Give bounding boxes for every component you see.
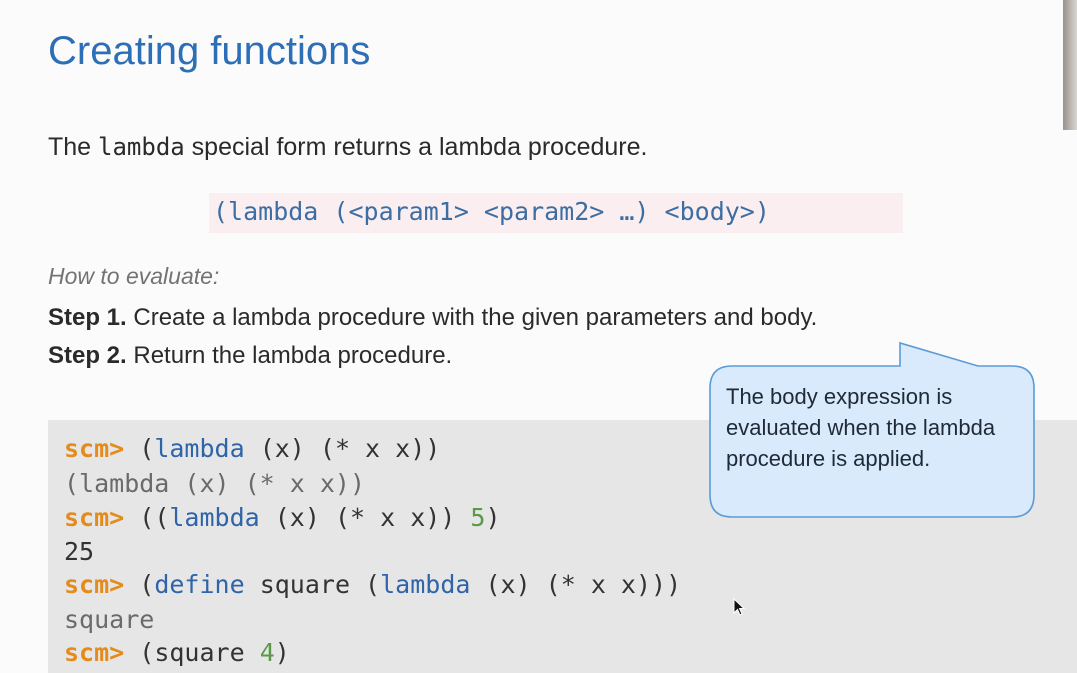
code-number: 4 — [259, 638, 275, 667]
code-text: (( — [124, 503, 170, 532]
code-text: (x) (* x x)) — [244, 434, 441, 463]
code-text: ( — [124, 570, 155, 599]
step-2-label: Step 2. — [48, 342, 127, 369]
step-1: Step 1. Create a lambda procedure with t… — [48, 304, 817, 332]
step-2-text: Return the lambda procedure. — [126, 342, 453, 369]
intro-keyword: lambda — [98, 133, 185, 161]
intro-before: The — [48, 133, 99, 161]
code-line-2: scm> ((lambda (x) (* x x)) 5) — [64, 503, 501, 532]
prompt: scm> — [64, 638, 125, 667]
code-line-4: scm> (square 4) — [64, 638, 290, 667]
slide-title: Creating functions — [48, 29, 371, 73]
code-text: ) — [274, 638, 290, 667]
code-text: ( — [124, 434, 155, 463]
code-line-1: scm> (lambda (x) (* x x)) — [64, 434, 440, 463]
intro-after: special form returns a lambda procedure. — [184, 133, 648, 161]
code-number: 5 — [470, 503, 486, 532]
code-keyword: lambda — [380, 570, 471, 599]
code-text: (x) (* x x))) — [470, 570, 682, 599]
how-to-evaluate-label: How to evaluate: — [48, 263, 220, 289]
code-keyword: lambda — [154, 434, 245, 463]
prompt: scm> — [64, 570, 125, 599]
code-text: (x) (* x x)) — [259, 503, 471, 532]
code-keyword: lambda — [169, 503, 260, 532]
code-text: ) — [485, 503, 501, 532]
callout-text: The body expression is evaluated when th… — [726, 384, 996, 471]
code-output-3: square — [64, 605, 155, 634]
code-text: (square — [124, 638, 260, 667]
code-text: square ( — [244, 570, 381, 599]
prompt: scm> — [64, 503, 125, 532]
mouse-cursor-icon — [733, 598, 746, 616]
step-1-text: Create a lambda procedure with the given… — [126, 304, 818, 331]
step-1-label: Step 1. — [48, 304, 127, 331]
code-output-1: (lambda (x) (* x x)) — [64, 469, 366, 498]
code-line-3: scm> (define square (lambda (x) (* x x))… — [64, 570, 681, 599]
syntax-text: (lambda (<param1> <param2> …) <body>) — [213, 197, 770, 226]
code-output-2: 25 — [64, 537, 95, 566]
code-keyword: define — [154, 570, 245, 599]
intro-text: The lambda special form returns a lambda… — [48, 133, 647, 162]
prompt: scm> — [64, 434, 125, 463]
slide-edge-decoration — [1063, 0, 1077, 130]
step-2: Step 2. Return the lambda procedure. — [48, 342, 452, 370]
